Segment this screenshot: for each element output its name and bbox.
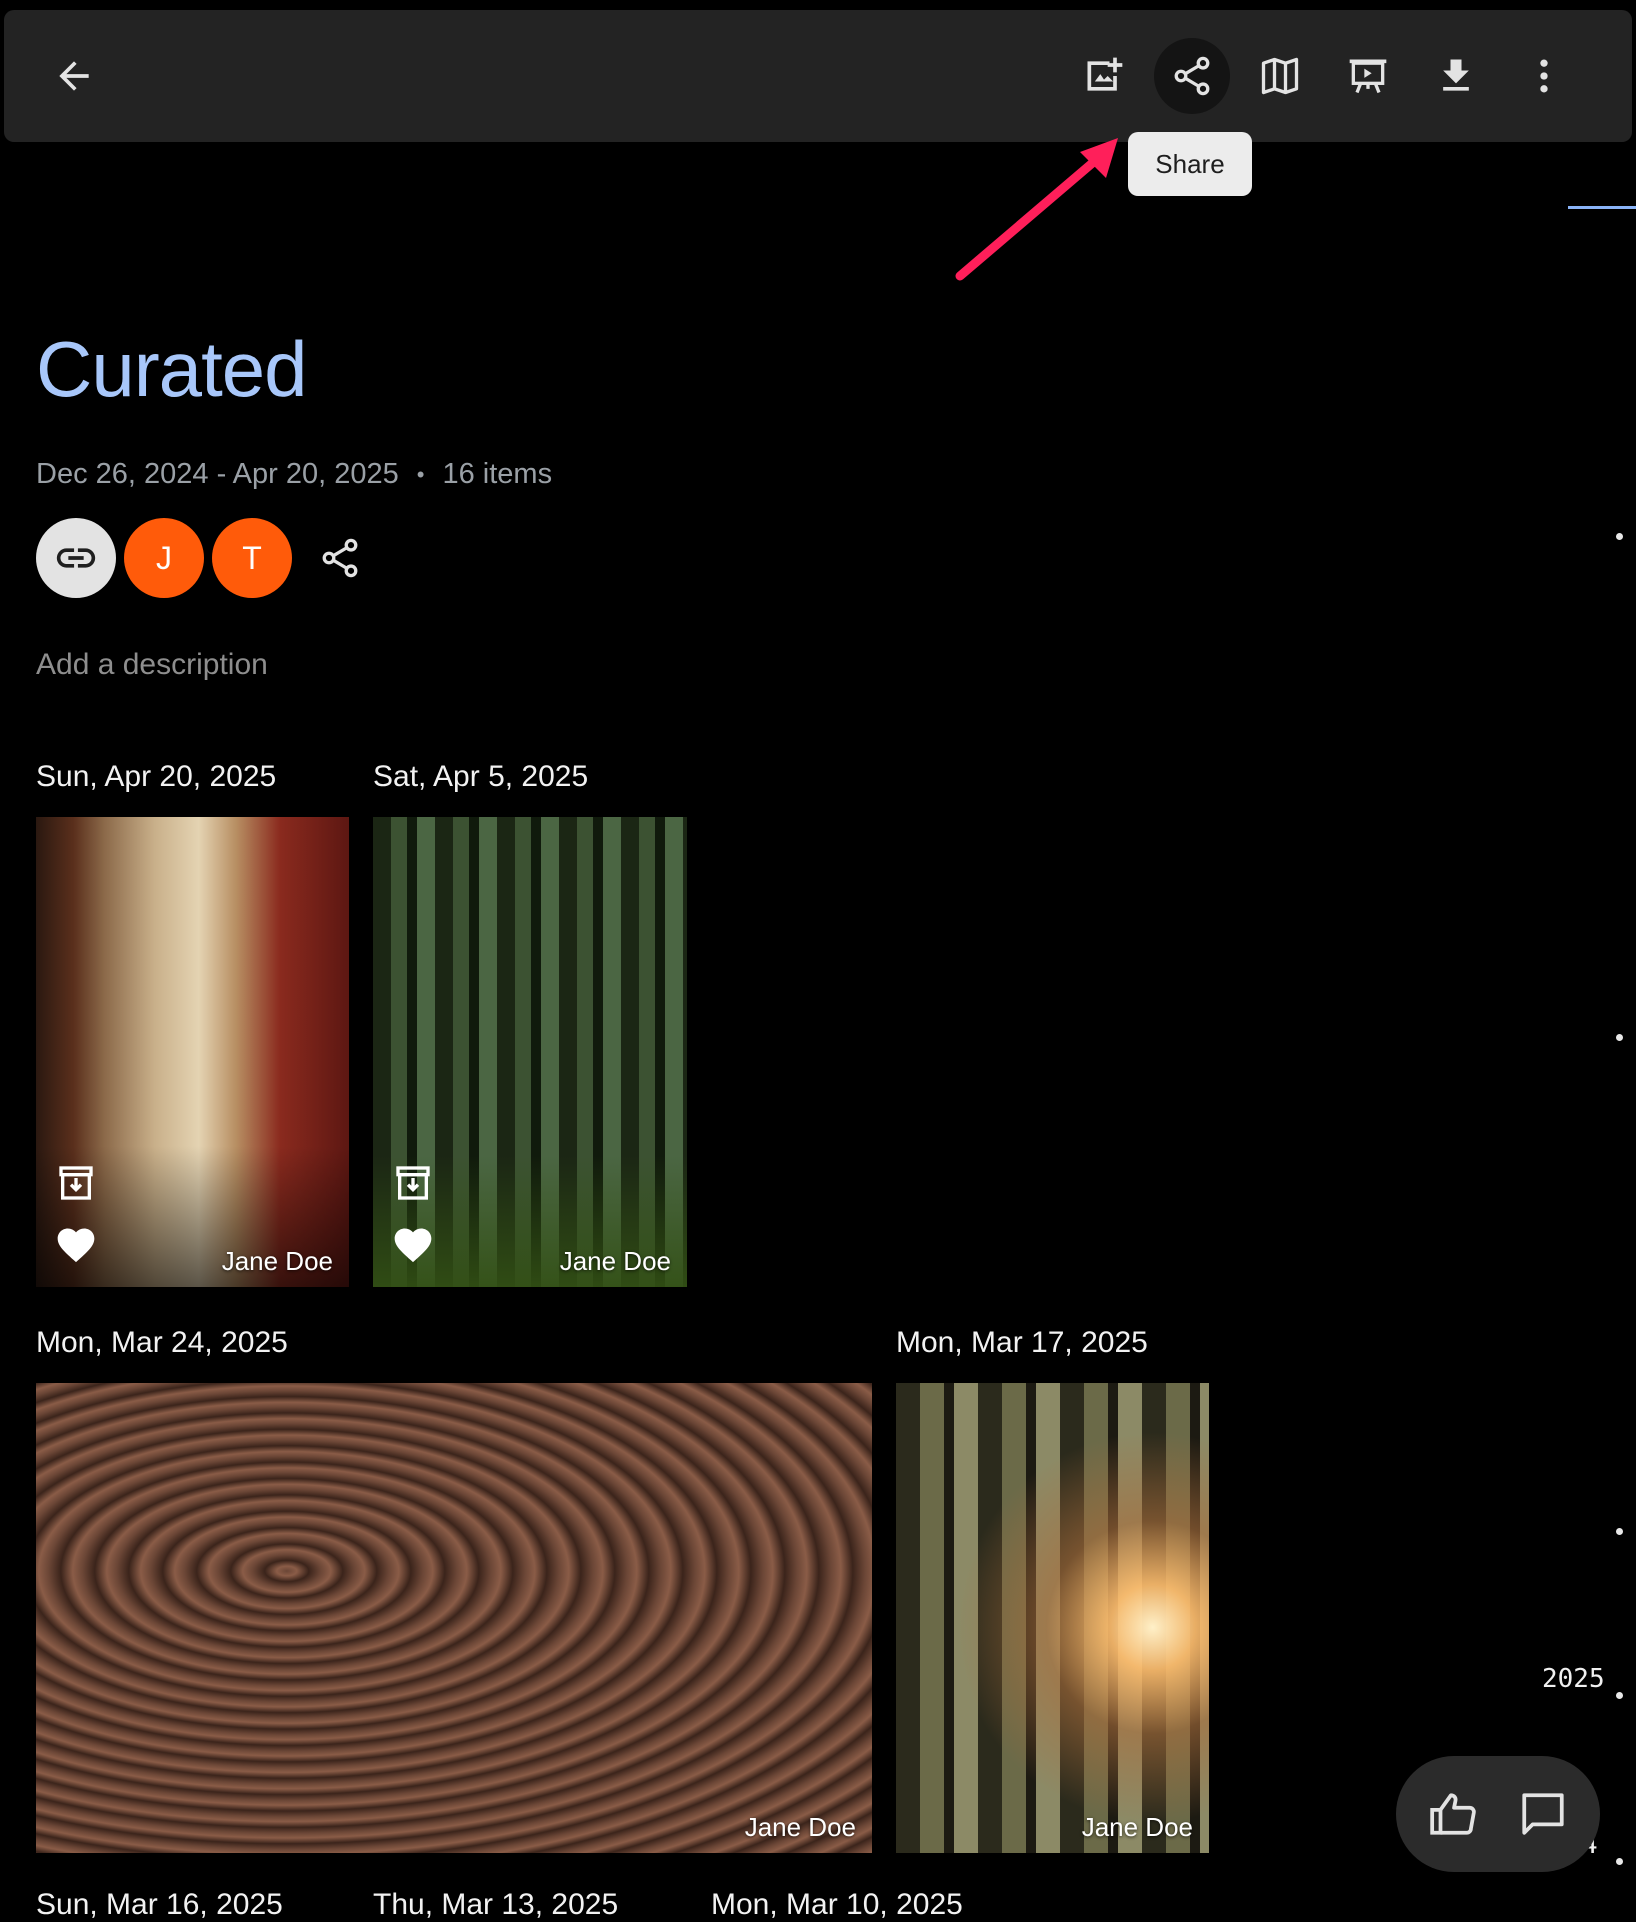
add-photos-button[interactable]: [1066, 38, 1142, 114]
arrow-left-icon: [59, 61, 89, 91]
sharing-row: J T: [36, 518, 376, 598]
top-toolbar: [4, 10, 1632, 142]
album-item-count: 16 items: [442, 458, 553, 490]
share-icon: [1174, 56, 1210, 96]
link-icon: [56, 548, 96, 568]
date-group-label[interactable]: Sun, Mar 16, 2025: [36, 1888, 283, 1922]
archive-icon: [59, 1166, 93, 1200]
date-group-label[interactable]: Sat, Apr 5, 2025: [373, 760, 588, 794]
scroll-position-indicator: [1568, 206, 1636, 209]
photo-owner-label: Jane Doe: [744, 1812, 856, 1842]
date-group-label[interactable]: Mon, Mar 10, 2025: [711, 1888, 963, 1922]
download-button[interactable]: [1418, 38, 1494, 114]
timeline-scrubber-dot[interactable]: [1616, 1692, 1623, 1699]
album-meta: Dec 26, 2024 - Apr 20, 2025 • 16 items: [36, 458, 552, 491]
map-button[interactable]: [1242, 38, 1318, 114]
date-group-label[interactable]: Mon, Mar 17, 2025: [896, 1326, 1148, 1360]
timeline-year-label[interactable]: 2025: [1542, 1664, 1605, 1694]
comment-icon: [1522, 1793, 1564, 1835]
share-tooltip: Share: [1128, 132, 1252, 196]
timeline-scrubber-dot[interactable]: [1616, 1528, 1623, 1535]
slideshow-button[interactable]: [1330, 38, 1406, 114]
date-group-label[interactable]: Mon, Mar 24, 2025: [36, 1326, 288, 1360]
timeline-scrubber-dot[interactable]: [1616, 1034, 1623, 1041]
album-title[interactable]: Curated: [36, 330, 307, 408]
description-field[interactable]: Add a description: [36, 648, 268, 682]
photo-thumbnail[interactable]: Jane Doe: [373, 817, 687, 1287]
activity-pill: [1396, 1756, 1600, 1872]
like-button[interactable]: [1417, 1778, 1489, 1850]
favorite-heart-icon[interactable]: [54, 1223, 98, 1267]
archive-icon: [396, 1166, 430, 1200]
meta-separator: •: [416, 461, 425, 487]
more-options-button[interactable]: [1506, 38, 1582, 114]
favorite-heart-icon[interactable]: [391, 1223, 435, 1267]
photo-thumbnail[interactable]: Jane Doe: [36, 817, 349, 1287]
timeline-scrubber-dot[interactable]: [1616, 1858, 1623, 1865]
download-icon: [1443, 59, 1469, 91]
thumb-up-icon: [1430, 1793, 1476, 1835]
photo-thumbnail[interactable]: Jane Doe: [36, 1383, 872, 1853]
comment-button[interactable]: [1507, 1778, 1579, 1850]
slideshow-icon: [1349, 59, 1387, 94]
annotation-arrow-icon: [955, 138, 1118, 281]
share-link-button[interactable]: [36, 518, 116, 598]
share-icon: [322, 538, 358, 578]
add-photo-icon: [1087, 57, 1123, 91]
photo-owner-label: Jane Doe: [559, 1246, 671, 1276]
photo-thumbnail[interactable]: Jane Doe: [896, 1383, 1209, 1853]
timeline-scrubber-dot[interactable]: [1616, 533, 1623, 540]
share-button[interactable]: [1154, 38, 1230, 114]
photo-owner-label: Jane Doe: [1081, 1812, 1193, 1842]
date-group-label[interactable]: Sun, Apr 20, 2025: [36, 760, 276, 794]
photo-owner-label: Jane Doe: [221, 1246, 333, 1276]
share-album-button[interactable]: [304, 522, 376, 594]
map-icon: [1261, 57, 1299, 95]
more-vert-icon: [1540, 59, 1548, 93]
back-button[interactable]: [36, 38, 112, 114]
album-date-range: Dec 26, 2024 - Apr 20, 2025: [36, 458, 399, 490]
avatar-member-t[interactable]: T: [212, 518, 292, 598]
date-group-label[interactable]: Thu, Mar 13, 2025: [373, 1888, 618, 1922]
avatar-member-j[interactable]: J: [124, 518, 204, 598]
